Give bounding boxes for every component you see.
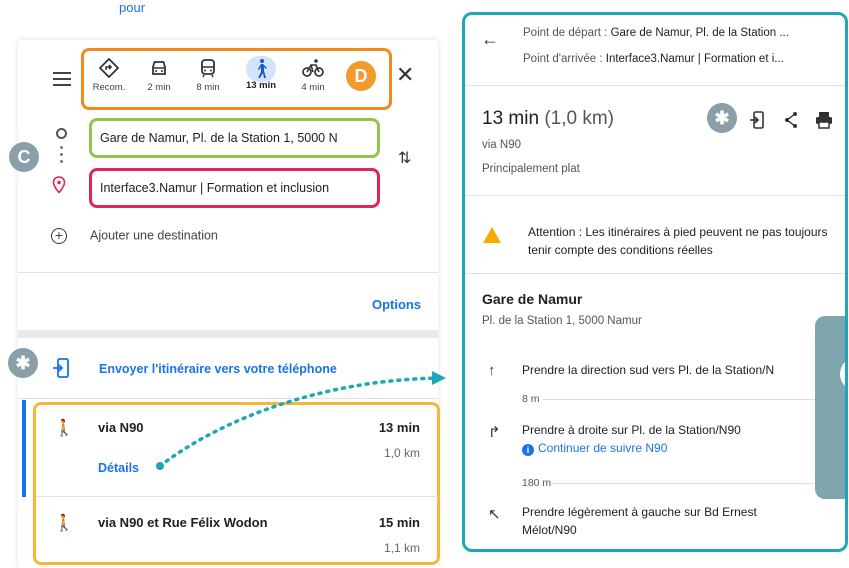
mode-transit[interactable]: 8 min xyxy=(183,58,233,93)
start-place-address: Pl. de la Station 1, 5000 Namur xyxy=(482,315,642,327)
walk-icon: 🚶 xyxy=(54,515,74,532)
divider xyxy=(465,195,845,196)
slight-left-icon: ↖ xyxy=(488,506,501,523)
origin-input[interactable]: Gare de Namur, Pl. de la Station 1, 5000… xyxy=(89,118,380,158)
start-place-title: Gare de Namur xyxy=(482,291,583,307)
add-icon: + xyxy=(51,228,67,244)
destination-input[interactable]: Interface3.Namur | Formation et inclusio… xyxy=(89,168,380,208)
turn-right-icon: ↱ xyxy=(488,424,501,441)
annotation-badge-star: ✱ xyxy=(8,348,38,378)
arrow-up-icon: ↑ xyxy=(488,362,496,379)
add-destination-button[interactable]: + Ajouter une destination xyxy=(51,228,218,244)
details-link[interactable]: Détails xyxy=(98,461,139,475)
step-distance: 180 m xyxy=(522,477,552,489)
route-dots-icon xyxy=(60,146,63,167)
warning-text: Attention : Les itinéraires à pied peuve… xyxy=(528,225,828,257)
divider xyxy=(18,398,438,399)
mode-car[interactable]: 2 min xyxy=(134,58,184,93)
route-terrain: Principalement plat xyxy=(482,163,580,175)
send-phone-icon[interactable] xyxy=(749,111,765,133)
divider xyxy=(465,85,845,86)
bike-icon xyxy=(288,58,338,82)
selected-route-indicator xyxy=(22,400,26,497)
car-icon xyxy=(134,58,184,82)
top-label: pour xyxy=(119,0,146,15)
swap-icon[interactable]: ⇅ xyxy=(398,148,411,168)
close-icon[interactable]: ✕ xyxy=(396,62,414,88)
transit-icon xyxy=(183,58,233,82)
route-details-panel: ← Point de départ : Gare de Namur, Pl. d… xyxy=(462,12,848,552)
divider xyxy=(36,496,438,497)
share-icon[interactable] xyxy=(783,111,799,133)
collapse-tab[interactable] xyxy=(815,316,845,499)
start-point: Point de départ : Gare de Namur, Pl. de … xyxy=(523,27,789,39)
walk-icon xyxy=(236,56,286,82)
step-distance: 8 m xyxy=(522,393,540,405)
annotation-badge-d: D xyxy=(346,61,376,91)
divider xyxy=(18,272,438,273)
mode-walking[interactable]: 13 min xyxy=(236,56,286,91)
options-link[interactable]: Options xyxy=(372,297,421,312)
warning-icon xyxy=(483,227,501,243)
annotation-badge-star: ✱ xyxy=(707,103,737,133)
direction-step[interactable]: Prendre à droite sur Pl. de la Station/N… xyxy=(522,421,741,439)
route-option-2[interactable]: via N90 et Rue Félix Wodon 15 min 1,1 km xyxy=(98,515,420,555)
divider xyxy=(465,273,845,274)
end-point: Point d'arrivée : Interface3.Namur | For… xyxy=(523,53,784,65)
send-to-phone-link[interactable]: Envoyer l'itinéraire vers votre téléphon… xyxy=(99,362,337,376)
route-summary: 13 min (1,0 km) xyxy=(482,108,614,129)
print-icon[interactable] xyxy=(815,111,833,133)
divider xyxy=(551,483,845,484)
back-arrow-icon[interactable]: ← xyxy=(481,29,499,50)
route-via: via N90 xyxy=(482,139,521,151)
phone-icon[interactable] xyxy=(52,358,70,381)
mode-bike[interactable]: 4 min xyxy=(288,58,338,93)
walk-icon: 🚶 xyxy=(54,420,74,437)
menu-icon[interactable] xyxy=(53,72,71,86)
direction-step[interactable]: Prendre la direction sud vers Pl. de la … xyxy=(522,361,774,379)
destination-pin-icon xyxy=(52,176,66,199)
annotation-badge-c: C xyxy=(9,142,39,172)
info-icon: i xyxy=(522,444,534,456)
section-divider xyxy=(18,330,438,338)
mode-recommended[interactable]: Recom. xyxy=(84,57,134,93)
divider xyxy=(543,399,843,400)
origin-dot-icon xyxy=(56,128,67,139)
route-option-1[interactable]: via N90 13 min 1,0 km xyxy=(98,420,420,460)
continue-link[interactable]: i Continuer de suivre N90 xyxy=(522,441,667,456)
direction-step[interactable]: Prendre légèrement à gauche sur Bd Ernes… xyxy=(522,503,757,539)
route-icon xyxy=(84,57,134,82)
